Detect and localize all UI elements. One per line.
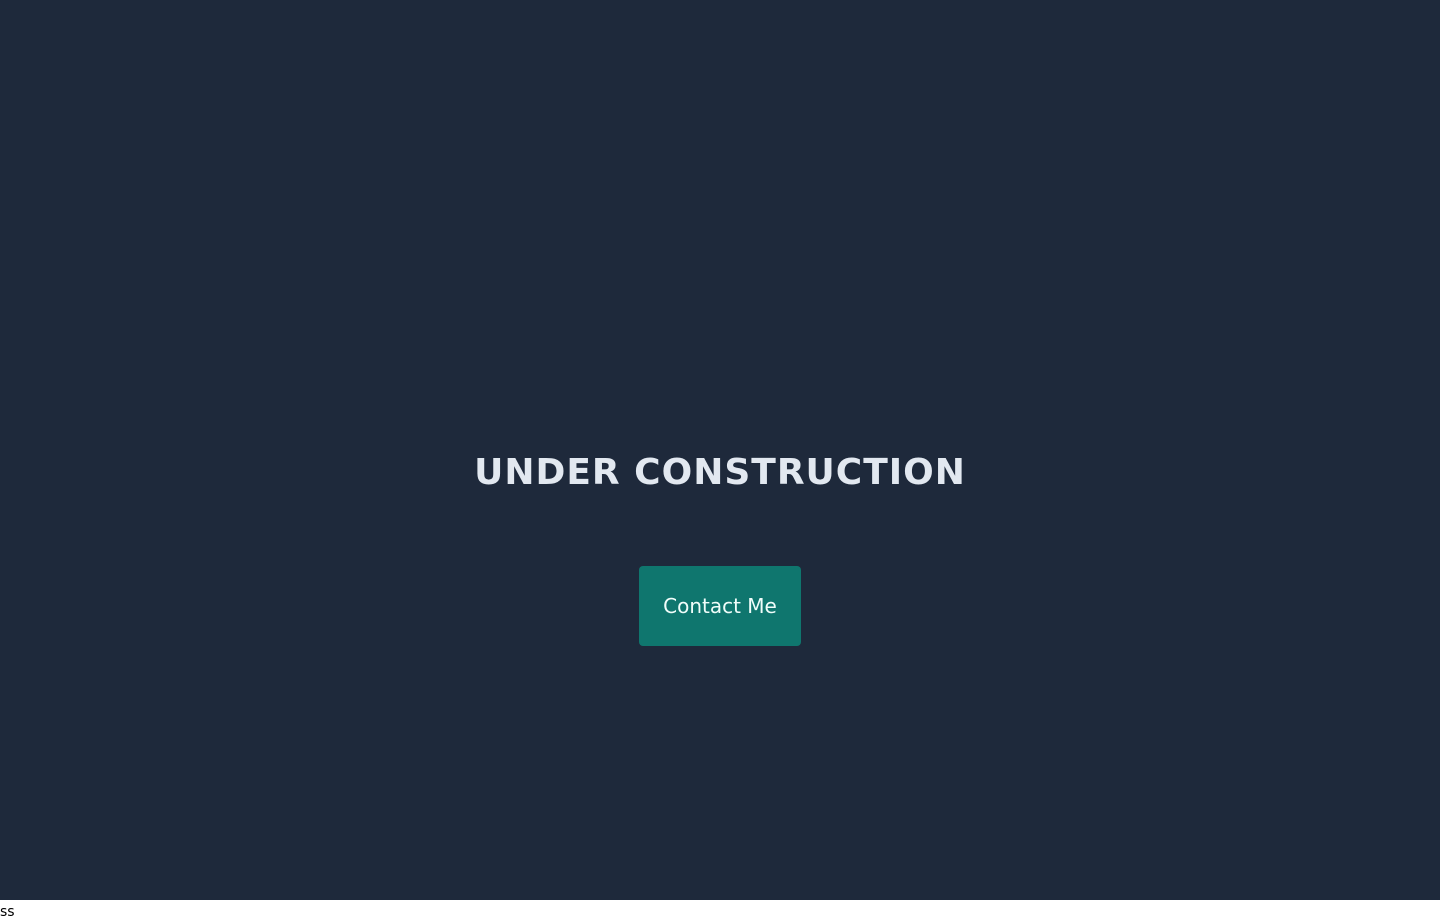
page-title: UNDER CONSTRUCTION (474, 452, 966, 493)
hero-section: UNDER CONSTRUCTION Contact Me (0, 0, 1440, 900)
footer-text: ss (0, 904, 15, 920)
page: UNDER CONSTRUCTION Contact Me ss (0, 0, 1440, 924)
contact-button[interactable]: Contact Me (639, 566, 801, 646)
